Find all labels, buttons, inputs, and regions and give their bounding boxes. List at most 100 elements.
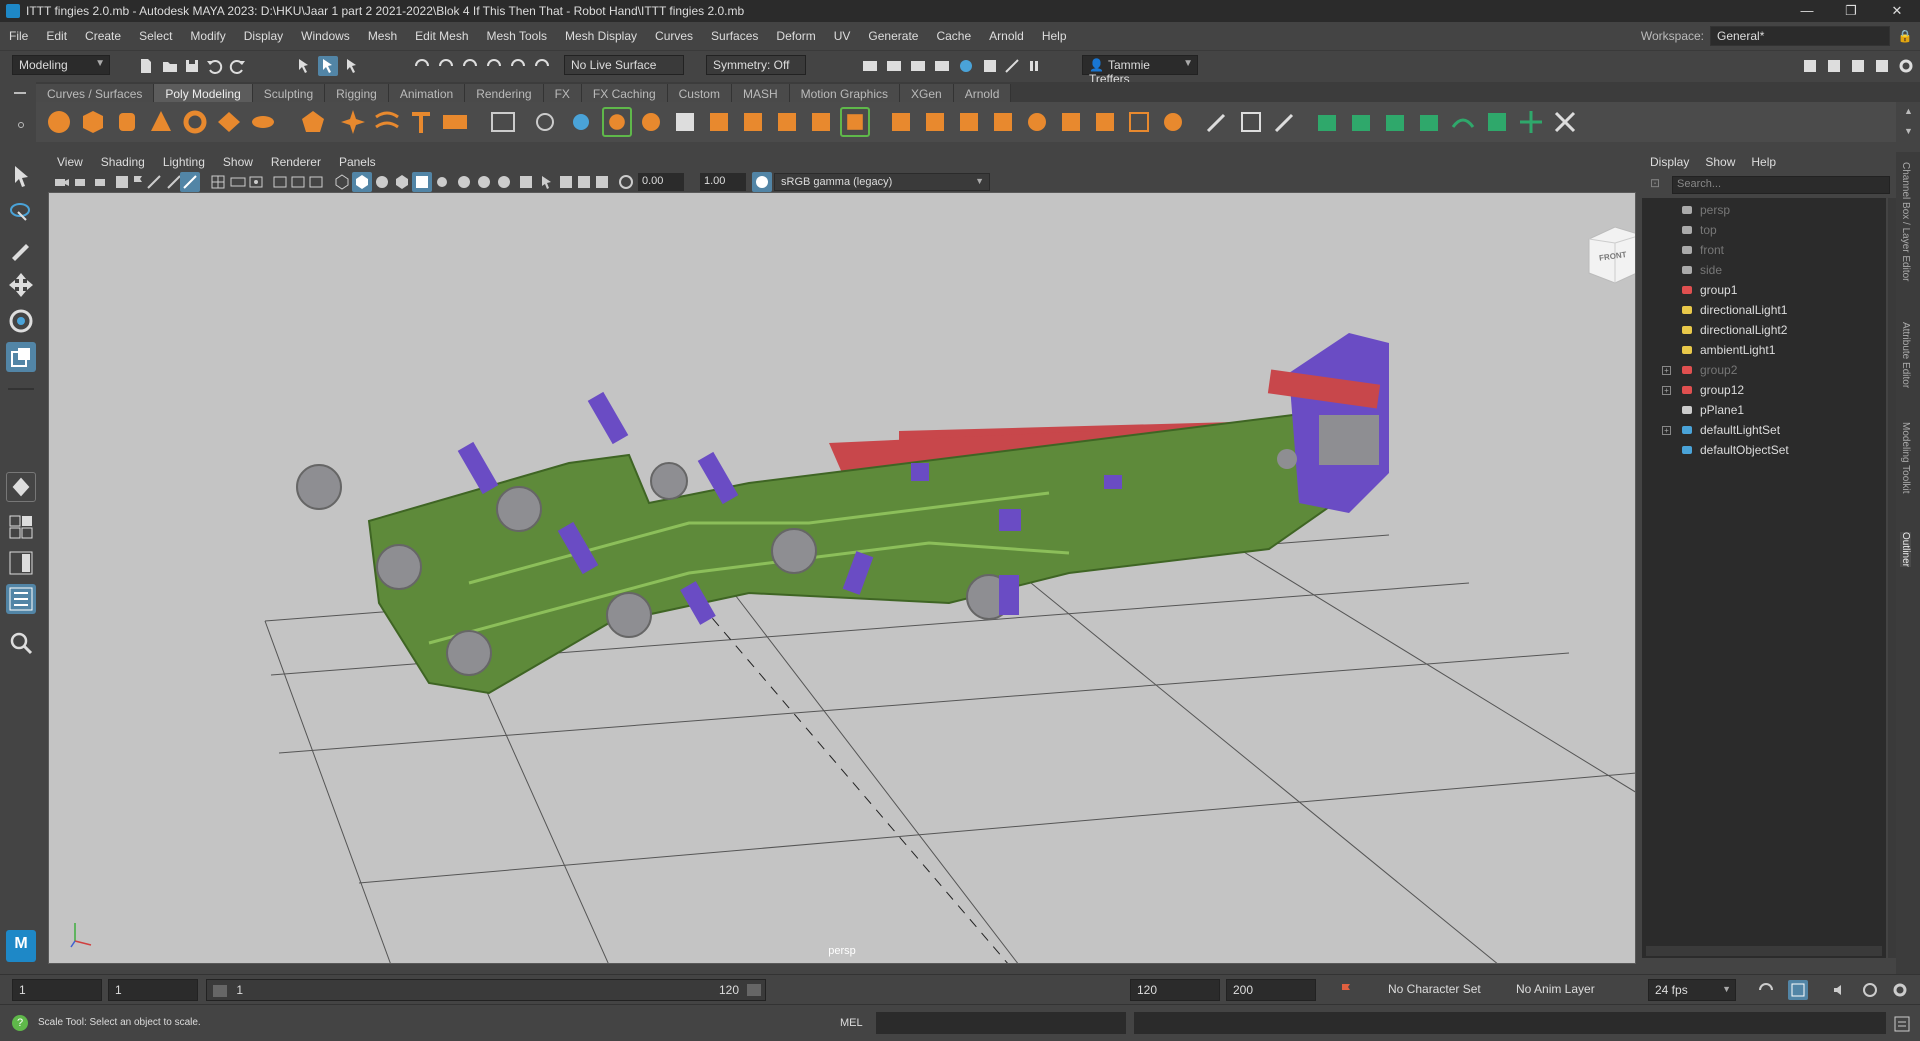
select-by-object-icon[interactable] — [318, 56, 338, 76]
panel-menu-shading[interactable]: Shading — [92, 155, 154, 169]
perspective-viewport[interactable]: FRONT persp — [48, 192, 1636, 964]
2d-pan-zoom-icon[interactable] — [144, 172, 164, 192]
range-handle-left[interactable] — [213, 984, 227, 997]
anti-aliasing-icon[interactable] — [516, 172, 536, 192]
outliner-item-persp[interactable]: persp — [1642, 200, 1886, 220]
platonic-solid-icon[interactable] — [298, 107, 328, 137]
textured-icon[interactable] — [412, 172, 432, 192]
snap-to-point-icon[interactable] — [460, 56, 480, 76]
cylindrical-map-icon[interactable] — [1346, 107, 1376, 137]
range-handle-right[interactable] — [747, 984, 761, 996]
offset-edge-loop-icon[interactable] — [920, 107, 950, 137]
panel-menu-show[interactable]: Show — [214, 155, 262, 169]
snap-to-view-plane-icon[interactable] — [484, 56, 504, 76]
shelf-tab-fx[interactable]: FX — [543, 84, 582, 102]
shelf-tab-rendering[interactable]: Rendering — [465, 84, 544, 102]
type-tool-icon[interactable] — [406, 107, 436, 137]
outliner-item-group12[interactable]: + group12 — [1642, 380, 1886, 400]
insert-edge-loop-icon[interactable] — [886, 107, 916, 137]
scroll-down-icon[interactable]: ▼ — [1904, 126, 1913, 136]
shelf-tab-curves-surfaces[interactable]: Curves / Surfaces — [36, 84, 155, 102]
render-settings-icon[interactable] — [932, 56, 952, 76]
tab-channel-box[interactable]: Channel Box / Layer Editor — [1900, 162, 1911, 282]
tab-modeling-toolkit[interactable]: Modeling Toolkit — [1900, 422, 1911, 494]
scale-tool-icon[interactable] — [6, 342, 36, 372]
menu-generate[interactable]: Generate — [859, 29, 927, 43]
outliner-item-ambientLight1[interactable]: ambientLight1 — [1642, 340, 1886, 360]
single-perspective-layout-icon[interactable] — [6, 472, 36, 502]
shelf-tab-mash[interactable]: MASH — [731, 84, 790, 102]
shelf-tab-motion-graphics[interactable]: Motion Graphics — [789, 84, 901, 102]
select-tool-icon[interactable] — [6, 162, 36, 192]
use-all-lights-icon[interactable] — [432, 172, 452, 192]
snap-to-curve-icon[interactable] — [436, 56, 456, 76]
super-shape-icon[interactable] — [338, 107, 368, 137]
cut-uv-icon[interactable] — [1270, 107, 1300, 137]
select-by-component-icon[interactable] — [342, 56, 362, 76]
target-weld-icon[interactable] — [840, 107, 870, 137]
shelf-tab-rigging[interactable]: Rigging — [325, 84, 389, 102]
menu-windows[interactable]: Windows — [292, 29, 359, 43]
combine-icon[interactable] — [488, 107, 518, 137]
move-tool-icon[interactable] — [6, 270, 36, 300]
camera-attributes-icon[interactable] — [72, 172, 92, 192]
open-scene-icon[interactable] — [160, 56, 180, 76]
film-gate-icon[interactable] — [228, 172, 248, 192]
menu-display[interactable]: Display — [235, 29, 292, 43]
wedge-icon[interactable] — [1090, 107, 1120, 137]
uv-editor-icon[interactable] — [1236, 107, 1266, 137]
animation-settings-icon[interactable] — [1890, 980, 1910, 1000]
snap-to-pivot-icon[interactable] — [532, 56, 552, 76]
ipr-render-icon[interactable] — [908, 56, 928, 76]
animation-start-field[interactable]: 1 — [12, 979, 102, 1001]
cut-sew-icon[interactable] — [1550, 107, 1580, 137]
menu-create[interactable]: Create — [76, 29, 130, 43]
undo-icon[interactable] — [204, 56, 224, 76]
minimize-button[interactable]: — — [1784, 0, 1830, 22]
outliner-menu-show[interactable]: Show — [1697, 155, 1743, 169]
panel-menu-panels[interactable]: Panels — [330, 155, 385, 169]
wireframe-shading-icon[interactable] — [332, 172, 352, 192]
outliner-item-pPlane1[interactable]: pPlane1 — [1642, 400, 1886, 420]
screen-space-ao-icon[interactable] — [474, 172, 494, 192]
shelf-tab-fx-caching[interactable]: FX Caching — [581, 84, 668, 102]
panel-menu-lighting[interactable]: Lighting — [154, 155, 214, 169]
grid-toggle-icon[interactable] — [180, 172, 200, 192]
shelf-tab-sculpting[interactable]: Sculpting — [252, 84, 326, 102]
smooth-icon[interactable] — [566, 107, 596, 137]
poke-icon[interactable] — [1124, 107, 1154, 137]
svg-tool-icon[interactable] — [440, 107, 470, 137]
cached-playback-icon[interactable] — [1788, 980, 1808, 1000]
tab-outliner[interactable]: Outliner — [1900, 532, 1911, 568]
outliner-item-front[interactable]: front — [1642, 240, 1886, 260]
isolate-select-icon[interactable] — [536, 172, 556, 192]
snap-to-surface-icon[interactable] — [508, 56, 528, 76]
range-slider[interactable]: 1 120 — [206, 979, 766, 1001]
reduce-icon[interactable] — [1158, 107, 1188, 137]
filter-icon[interactable]: ⊡ — [1650, 176, 1666, 194]
scroll-up-icon[interactable]: ▲ — [1904, 106, 1913, 116]
tool-settings-icon[interactable] — [1848, 56, 1868, 76]
new-scene-icon[interactable] — [136, 56, 156, 76]
menu-help[interactable]: Help — [1033, 29, 1076, 43]
outliner-item-top[interactable]: top — [1642, 220, 1886, 240]
snap-to-grid-icon[interactable] — [412, 56, 432, 76]
pause-icon[interactable] — [1024, 56, 1044, 76]
poly-cone-icon[interactable] — [146, 107, 176, 137]
shelf-tab-animation[interactable]: Animation — [388, 84, 466, 102]
rotate-tool-icon[interactable] — [6, 306, 36, 336]
tab-attribute-editor[interactable]: Attribute Editor — [1900, 322, 1911, 388]
scene-render[interactable] — [49, 193, 1636, 964]
help-icon[interactable]: ? — [12, 1015, 28, 1031]
planar-map-icon[interactable] — [1312, 107, 1342, 137]
maya-home-icon[interactable]: M — [6, 930, 36, 962]
boolean-icon[interactable] — [602, 107, 632, 137]
exposure-icon[interactable] — [616, 172, 636, 192]
motion-blur-icon[interactable] — [494, 172, 514, 192]
outliner-layout-icon[interactable] — [6, 584, 36, 614]
default-material-icon[interactable] — [372, 172, 392, 192]
menu-modify[interactable]: Modify — [181, 29, 234, 43]
outliner-item-directionalLight2[interactable]: directionalLight2 — [1642, 320, 1886, 340]
bridge-icon[interactable] — [704, 107, 734, 137]
color-management-icon[interactable] — [752, 172, 772, 192]
